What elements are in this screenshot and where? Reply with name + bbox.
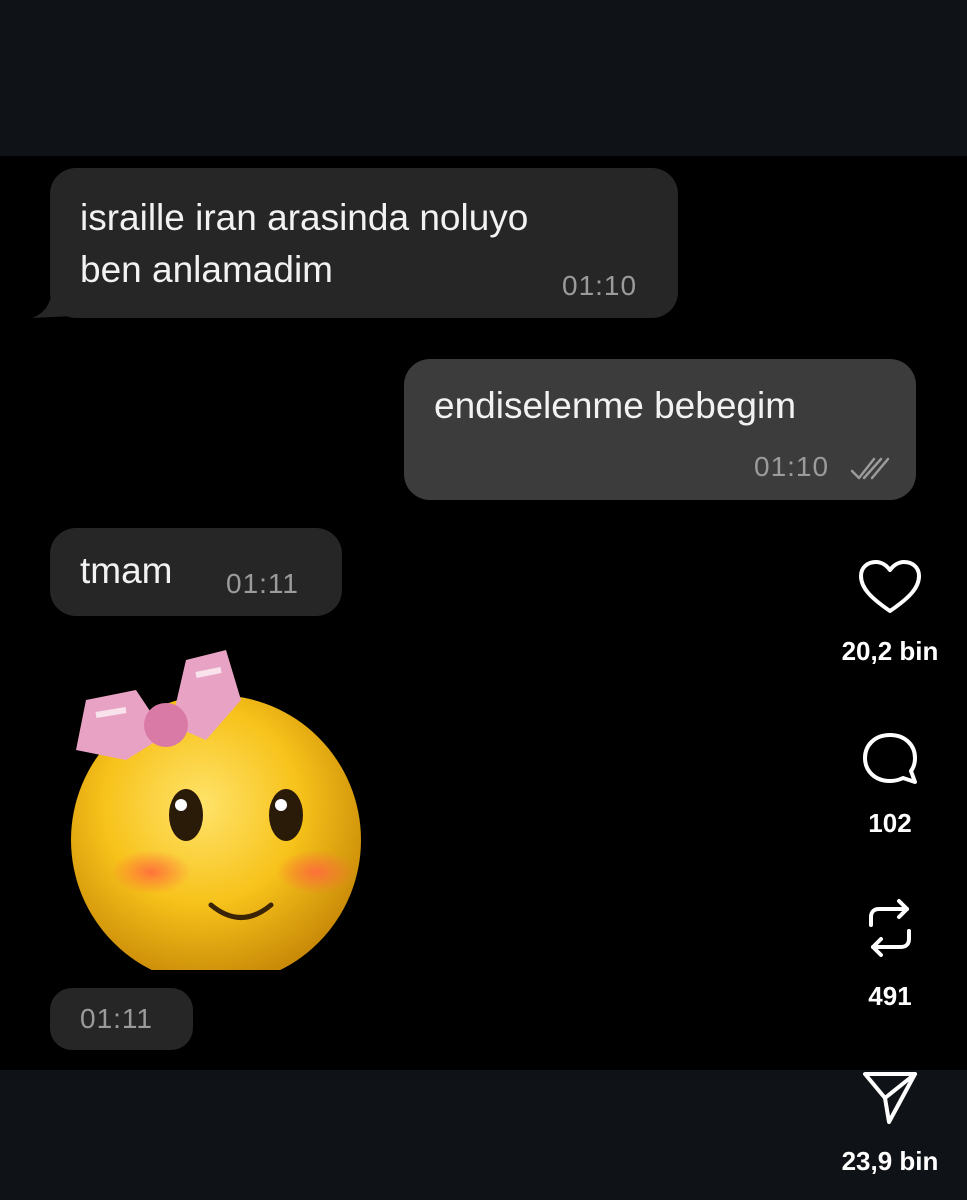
message-time: 01:10: [562, 270, 638, 301]
message-text: endiselenme bebegim: [434, 385, 797, 426]
blushing-smiley-sticker[interactable]: [66, 640, 366, 970]
message-text: israille iran arasinda noluyo ben anlama…: [80, 197, 529, 290]
repost-button[interactable]: 491: [820, 895, 960, 1012]
incoming-message[interactable]: tmam 01:11: [50, 528, 342, 616]
comment-button[interactable]: 102: [820, 730, 960, 839]
message-time: 01:11: [226, 568, 299, 599]
outgoing-message[interactable]: endiselenme bebegim 01:10: [404, 359, 916, 500]
like-count: 20,2 bin: [841, 636, 939, 666]
sticker-timestamp: 01:11: [50, 988, 193, 1050]
comment-bubble-icon: [863, 733, 917, 784]
double-check-icon: [850, 457, 890, 480]
message-text: tmam: [80, 550, 173, 591]
share-button[interactable]: 23,9 bin: [820, 1068, 960, 1177]
top-band: [0, 0, 967, 156]
share-count: 23,9 bin: [841, 1146, 939, 1176]
send-icon: [863, 1072, 917, 1124]
like-button[interactable]: 20,2 bin: [820, 558, 960, 667]
repost-count: 491: [868, 981, 912, 1011]
incoming-message[interactable]: israille iran arasinda noluyo ben anlama…: [50, 168, 678, 318]
repost-icon: [869, 899, 911, 957]
message-time: 01:10: [754, 451, 830, 482]
comment-count: 102: [868, 808, 912, 838]
message-time: 01:11: [80, 1003, 153, 1034]
heart-icon: [859, 560, 921, 613]
